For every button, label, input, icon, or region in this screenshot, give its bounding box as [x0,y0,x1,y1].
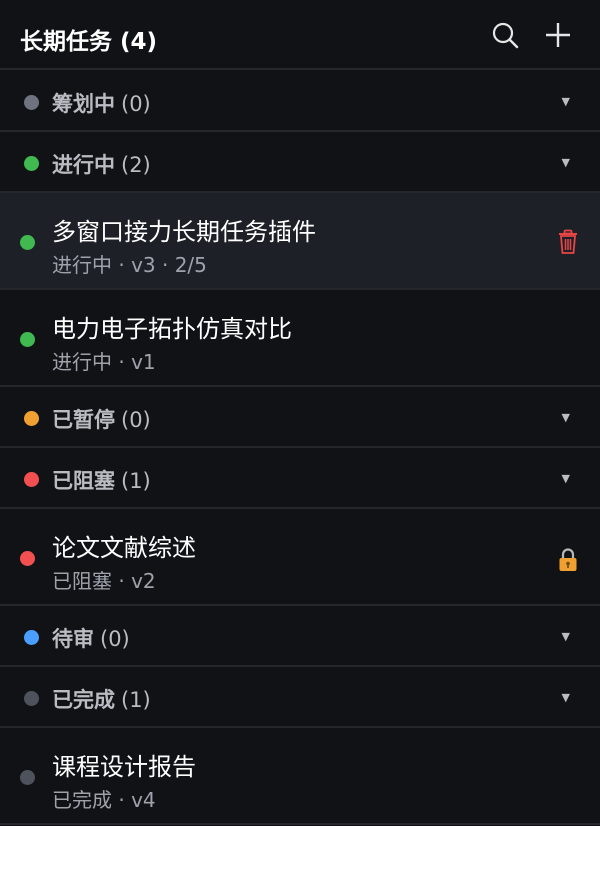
group-label: 待审 (0) [52,627,130,651]
task-meta: 进行中 · v3 · 2/5 [52,253,207,277]
status-dot [20,235,35,250]
status-dot [24,691,39,706]
panel-header: 长期任务 (4) [0,0,600,70]
lock-icon[interactable] [556,547,580,573]
group-label: 已完成 (1) [52,688,151,712]
chevron-down-icon[interactable]: ▼ [562,630,570,643]
task-meta: 进行中 · v1 [52,350,156,374]
task-meta: 已阻塞 · v2 [52,569,156,593]
status-dot [20,551,35,566]
task-item[interactable]: 论文文献综述 已阻塞 · v2 [0,509,600,606]
group-header-done[interactable]: 已完成 (1) ▼ [0,667,600,728]
group-label: 进行中 (2) [52,153,151,177]
task-item[interactable]: 多窗口接力长期任务插件 进行中 · v3 · 2/5 [0,193,600,290]
chevron-down-icon[interactable]: ▼ [562,95,570,108]
task-name: 电力电子拓扑仿真对比 [52,315,292,343]
task-panel: 长期任务 (4) 筹划中 (0) ▼ 进行中 (2) ▼ 多窗口接力长期任务插件 进… [0,0,600,826]
page-title: 长期任务 (4) [20,29,158,55]
task-name: 论文文献综述 [52,534,196,562]
chevron-down-icon[interactable]: ▼ [562,411,570,424]
task-item[interactable]: 课程设计报告 已完成 · v4 [0,728,600,825]
task-item[interactable]: 电力电子拓扑仿真对比 进行中 · v1 [0,290,600,387]
search-icon[interactable] [490,20,520,50]
status-dot [24,156,39,171]
trash-icon[interactable] [556,229,580,255]
task-name: 多窗口接力长期任务插件 [52,218,316,246]
group-label: 已暂停 (0) [52,408,151,432]
status-dot [24,95,39,110]
group-label: 筹划中 (0) [52,92,151,116]
status-dot [24,630,39,645]
task-meta: 已完成 · v4 [52,788,156,812]
chevron-down-icon[interactable]: ▼ [562,691,570,704]
task-name: 课程设计报告 [52,753,196,781]
status-dot [20,332,35,347]
plus-icon[interactable] [543,20,573,50]
chevron-down-icon[interactable]: ▼ [562,472,570,485]
group-header-planning[interactable]: 筹划中 (0) ▼ [0,71,600,132]
status-dot [20,770,35,785]
chevron-down-icon[interactable]: ▼ [562,156,570,169]
group-header-in-progress[interactable]: 进行中 (2) ▼ [0,132,600,193]
group-label: 已阻塞 (1) [52,469,151,493]
group-header-review[interactable]: 待审 (0) ▼ [0,606,600,667]
status-dot [24,472,39,487]
group-header-blocked[interactable]: 已阻塞 (1) ▼ [0,448,600,509]
status-dot [24,411,39,426]
group-header-paused[interactable]: 已暂停 (0) ▼ [0,387,600,448]
